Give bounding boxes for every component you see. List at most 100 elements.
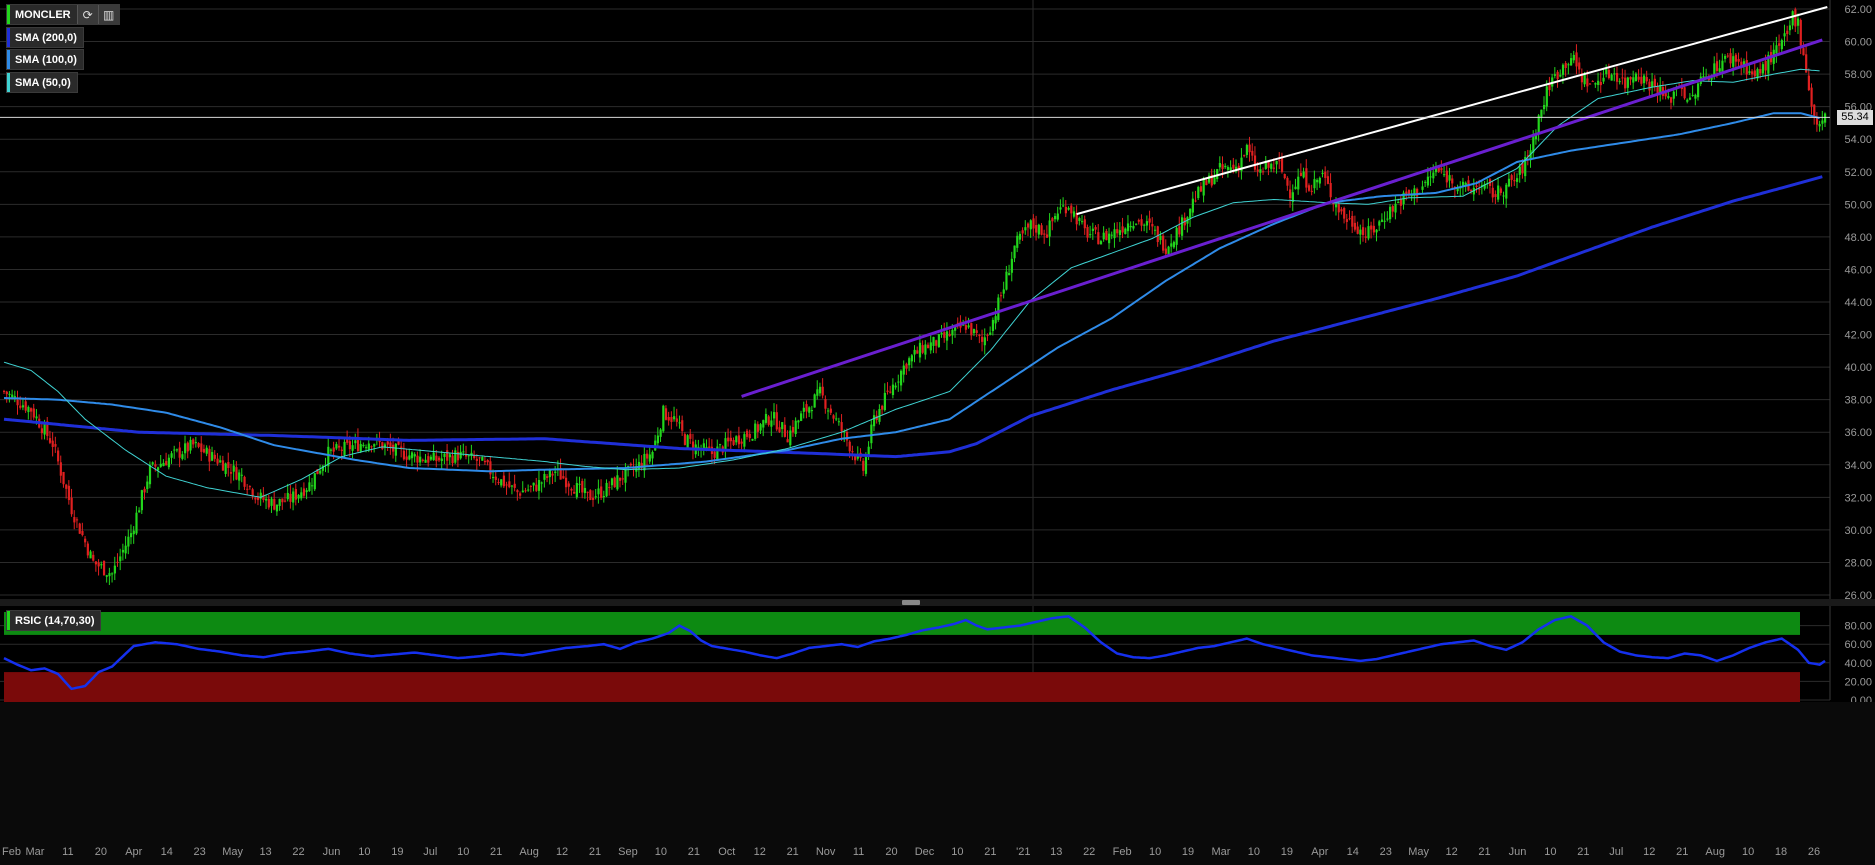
candle-body xyxy=(1145,221,1149,226)
candle xyxy=(791,420,795,437)
candle-body xyxy=(1788,25,1792,31)
candle-body xyxy=(483,460,487,463)
candle xyxy=(132,526,135,544)
candle-body xyxy=(1245,144,1249,155)
candle-body xyxy=(586,491,589,493)
candle-body xyxy=(1561,64,1565,75)
indicator-legend-sma200[interactable]: SMA (200,0) xyxy=(6,27,84,48)
x-tick-label: Feb xyxy=(1113,846,1132,858)
candle-body xyxy=(186,442,189,452)
candle-body xyxy=(481,457,484,461)
candle xyxy=(278,498,281,511)
candle xyxy=(913,345,916,363)
x-tick-label: '21 xyxy=(1016,846,1030,858)
candle xyxy=(1124,227,1127,235)
candle-body xyxy=(200,443,203,452)
symbol-legend[interactable]: MONCLER ⟳ ▥ xyxy=(6,4,120,25)
candle xyxy=(97,559,100,576)
candle-body xyxy=(421,459,424,461)
ruler-icon[interactable]: ▥ xyxy=(97,5,119,24)
candle xyxy=(294,483,297,506)
candle-body xyxy=(637,461,641,470)
candle xyxy=(1175,225,1178,251)
candle-body xyxy=(1751,71,1754,75)
candle xyxy=(27,405,30,420)
candle xyxy=(816,380,819,400)
candle xyxy=(5,390,8,403)
candle xyxy=(30,407,33,421)
candle-body xyxy=(1426,176,1430,186)
candle-body xyxy=(1626,77,1629,88)
candle-body xyxy=(1507,178,1511,187)
candle xyxy=(945,322,949,351)
candle-body xyxy=(216,458,219,464)
candle-body xyxy=(1564,63,1567,68)
candle xyxy=(1634,72,1638,82)
y-axis-main: 62.0060.0058.0056.0054.0052.0050.0048.00… xyxy=(1844,4,1872,602)
candle-body xyxy=(681,420,684,431)
candle xyxy=(13,390,17,403)
candle xyxy=(956,317,959,329)
candle-body xyxy=(1205,180,1208,186)
candle-body xyxy=(443,453,446,457)
candle-body xyxy=(435,455,438,462)
candle xyxy=(564,470,568,494)
candle-body xyxy=(972,329,976,334)
candle-body xyxy=(1045,234,1049,238)
candle-body xyxy=(370,446,373,448)
candle xyxy=(1267,160,1270,176)
candle xyxy=(527,484,530,492)
price-chart[interactable]: 62.0060.0058.0056.0054.0052.0050.0048.00… xyxy=(0,0,1875,865)
trendline-lower[interactable] xyxy=(741,38,1823,398)
candle-body xyxy=(629,463,633,466)
pane-splitter[interactable] xyxy=(0,599,1875,606)
rsi-legend[interactable]: RSIC (14,70,30) xyxy=(6,610,102,631)
candle-body xyxy=(1380,219,1384,222)
splitter-handle[interactable] xyxy=(902,600,920,605)
candle-body xyxy=(1191,198,1194,213)
candle-body xyxy=(797,420,800,423)
candle xyxy=(111,572,114,583)
candle xyxy=(1597,72,1600,92)
candle xyxy=(1105,228,1108,241)
candle-body xyxy=(459,451,462,459)
candle-body xyxy=(1597,80,1600,86)
candle-body xyxy=(1018,233,1022,240)
candle xyxy=(827,407,830,420)
candle-body xyxy=(537,480,541,491)
candle-body xyxy=(1364,236,1367,238)
candle xyxy=(702,438,705,456)
indicator-legend-sma50[interactable]: SMA (50,0) xyxy=(6,72,78,93)
candle-body xyxy=(1383,220,1386,222)
candle-body xyxy=(224,463,227,474)
candle xyxy=(1507,173,1511,188)
candle-body xyxy=(1232,164,1235,169)
candle-body xyxy=(1686,99,1689,102)
candle xyxy=(489,455,492,480)
candle xyxy=(529,485,533,493)
candle xyxy=(1494,190,1497,205)
candle xyxy=(275,504,279,516)
candle xyxy=(886,382,889,395)
candle xyxy=(1045,225,1049,238)
refresh-icon[interactable]: ⟳ xyxy=(76,5,98,24)
candle-body xyxy=(48,438,52,443)
x-tick-label: Oct xyxy=(718,846,735,858)
candle xyxy=(1243,154,1246,158)
candle xyxy=(508,472,511,489)
candle-body xyxy=(1637,76,1640,80)
candle-body xyxy=(1497,185,1500,200)
candle xyxy=(1788,20,1792,36)
candle-body xyxy=(1280,157,1284,172)
candle xyxy=(1570,53,1573,67)
candle-body xyxy=(213,454,216,459)
candle xyxy=(670,411,673,430)
candle-body xyxy=(1810,87,1813,107)
candle-body xyxy=(916,350,919,354)
indicator-legend-sma100[interactable]: SMA (100,0) xyxy=(6,49,84,70)
candle xyxy=(381,441,384,451)
candle xyxy=(929,334,932,354)
candle xyxy=(602,490,605,503)
candle-body xyxy=(197,443,200,447)
x-tick-label: 10 xyxy=(1149,846,1161,858)
